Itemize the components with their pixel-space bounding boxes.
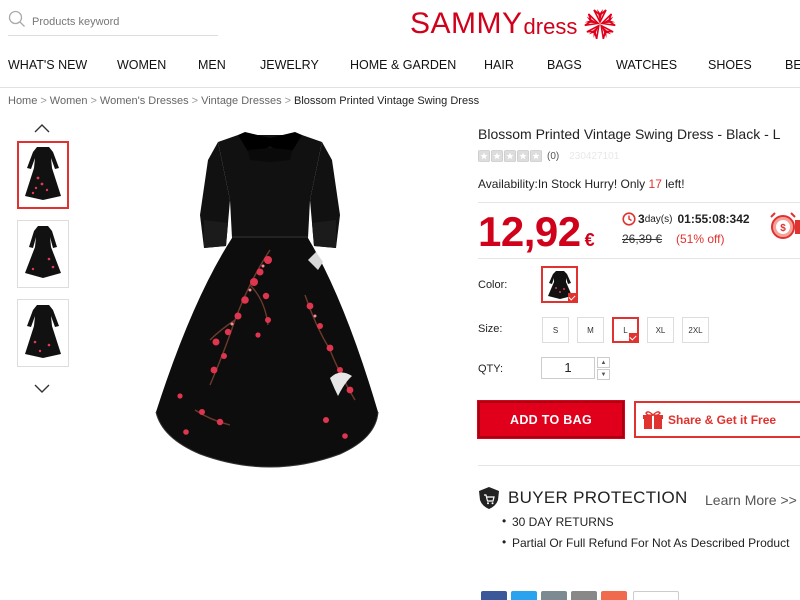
flower-logo-icon: [584, 9, 616, 40]
old-price: 26,39 €: [622, 232, 663, 246]
size-option-m[interactable]: M: [577, 317, 604, 343]
nav-item-bags[interactable]: BAGS: [547, 58, 582, 72]
breadcrumb-separator: >: [40, 95, 47, 107]
nav-item-jewelry[interactable]: JEWELRY: [260, 58, 319, 72]
learn-more-link[interactable]: Learn More >>: [705, 492, 797, 508]
email-icon[interactable]: [571, 591, 597, 600]
product-main-image[interactable]: [140, 120, 400, 485]
qty-decrease-button[interactable]: ▼: [597, 369, 610, 380]
review-count[interactable]: (0): [547, 151, 559, 162]
nav-item-beauty[interactable]: BE: [785, 58, 800, 72]
size-option-s[interactable]: S: [542, 317, 569, 343]
breadcrumb: Home > Women > Women's Dresses > Vintage Dress…: [8, 95, 479, 107]
breadcrumb-womens-dresses[interactable]: Women's Dresses: [100, 95, 189, 107]
search-icon[interactable]: [8, 10, 26, 33]
breadcrumb-separator: >: [90, 95, 97, 107]
product-sku: 230427101: [569, 150, 620, 162]
divider: [478, 465, 800, 466]
share-button[interactable]: Share & Get it Free: [634, 401, 800, 438]
breadcrumb-current: Blossom Printed Vintage Swing Dress: [294, 95, 480, 107]
availability-text: In Stock Hurry! Only: [537, 177, 646, 191]
product-rating[interactable]: (0) 230427101: [478, 150, 619, 162]
facebook-icon[interactable]: [481, 591, 507, 600]
gallery-thumbnail-1[interactable]: [17, 141, 69, 209]
discount-badge: (51% off): [676, 232, 725, 246]
dress-side-image: [25, 226, 61, 278]
size-option-xl[interactable]: XL: [647, 317, 674, 343]
stock-count: 17: [648, 177, 662, 191]
vk-icon[interactable]: [541, 591, 567, 600]
quantity-input[interactable]: 1: [541, 357, 595, 379]
divider: [478, 202, 800, 203]
protection-item: 30 DAY RETURNS: [502, 514, 614, 529]
search-bar[interactable]: [8, 8, 218, 36]
size-option-l-label: L: [623, 325, 628, 335]
size-option-l[interactable]: L: [612, 317, 639, 343]
qty-increase-button[interactable]: ▲: [597, 357, 610, 368]
search-input[interactable]: [32, 15, 202, 28]
nav-item-women[interactable]: WOMEN: [117, 58, 166, 72]
brand-main-text: SAMMY: [410, 7, 523, 40]
dress-front-image: [25, 147, 61, 200]
nav-item-home-garden[interactable]: HOME & GARDEN: [350, 58, 456, 72]
breadcrumb-separator: >: [191, 95, 199, 107]
shield-cart-icon: [479, 487, 499, 509]
google-plus-icon[interactable]: [601, 591, 627, 600]
gallery-thumbnail-2[interactable]: [17, 220, 69, 288]
breadcrumb-women[interactable]: Women: [50, 95, 88, 107]
qty-label: QTY:: [478, 363, 504, 375]
size-option-2xl[interactable]: 2XL: [682, 317, 709, 343]
price-value: 12,92: [478, 208, 581, 255]
buyer-protection-header: BUYER PROTECTION: [478, 486, 688, 510]
breadcrumb-home[interactable]: Home: [8, 95, 37, 107]
color-option-black[interactable]: [541, 266, 578, 303]
nav-item-hair[interactable]: HAIR: [484, 58, 514, 72]
divider: [478, 258, 800, 259]
add-to-bag-button[interactable]: ADD TO BAG: [477, 400, 625, 439]
countdown-timer: 3 day(s) 01:55:08:342: [622, 212, 750, 226]
clock-icon: [622, 212, 636, 226]
size-label: Size:: [478, 323, 503, 335]
protection-item: Partial Or Full Refund For Not As Descri…: [502, 535, 789, 550]
availability-label: Availability:: [478, 177, 538, 191]
product-price: 12,92 €: [478, 208, 595, 256]
price-currency: €: [584, 230, 595, 250]
alarm-clock-icon: $: [770, 212, 800, 239]
selected-check-icon: [629, 333, 638, 342]
availability: Availability:In Stock Hurry! Only 17 lef…: [478, 177, 685, 191]
brand-logo[interactable]: SAMMY dress: [410, 6, 619, 42]
nav-item-whats-new[interactable]: WHAT'S NEW: [8, 58, 87, 72]
nav-item-watches[interactable]: WATCHES: [616, 58, 677, 72]
svg-text:$: $: [780, 223, 786, 234]
chevron-up-icon[interactable]: [33, 121, 51, 135]
share-button-label: Share & Get it Free: [668, 412, 777, 427]
color-label: Color:: [478, 279, 508, 291]
product-title: Blossom Printed Vintage Swing Dress - Bl…: [478, 126, 781, 142]
star-icon: [478, 150, 544, 162]
breadcrumb-vintage-dresses[interactable]: Vintage Dresses: [201, 95, 282, 107]
dress-back-image: [25, 305, 61, 358]
main-nav: WHAT'S NEW WOMEN MEN JEWELRY HOME & GARD…: [0, 50, 800, 88]
timer-days: 3: [638, 212, 645, 226]
timer-days-label: day(s): [644, 213, 673, 225]
chevron-down-icon[interactable]: [33, 382, 51, 396]
twitter-icon[interactable]: [511, 591, 537, 600]
buyer-protection-title: BUYER PROTECTION: [508, 488, 688, 507]
gift-icon: [643, 410, 663, 429]
selected-check-icon: [568, 293, 577, 302]
share-count[interactable]: [633, 591, 679, 600]
timer-clock: 01:55:08:342: [677, 212, 750, 226]
nav-item-men[interactable]: MEN: [198, 58, 226, 72]
brand-sub-text: dress: [523, 14, 578, 39]
breadcrumb-separator: >: [284, 95, 292, 107]
stock-suffix: left!: [665, 177, 685, 191]
gallery-thumbnail-3[interactable]: [17, 299, 69, 367]
nav-item-shoes[interactable]: SHOES: [708, 58, 752, 72]
